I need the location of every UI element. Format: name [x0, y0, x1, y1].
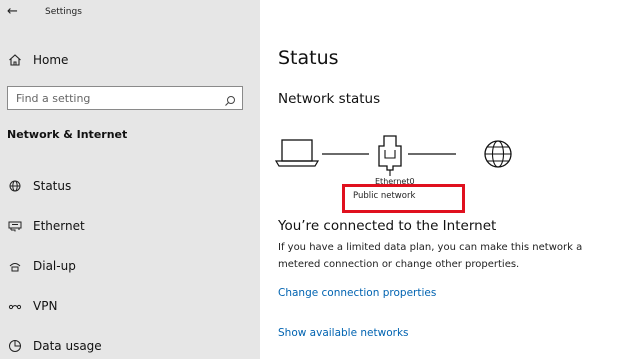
search-field[interactable]	[7, 86, 243, 110]
vpn-icon	[7, 298, 23, 314]
window-title: Settings	[45, 7, 82, 17]
status-icon	[7, 178, 23, 194]
computer-icon	[274, 139, 320, 167]
sidebar-item-dialup[interactable]: Dial-up	[0, 251, 260, 281]
sidebar: ← Settings Home Network & Internet Statu…	[0, 0, 260, 359]
sidebar-item-label: Data usage	[33, 339, 102, 353]
globe-icon	[484, 140, 512, 168]
search-icon[interactable]	[224, 92, 236, 111]
sidebar-item-label: Home	[33, 53, 69, 67]
sidebar-item-label: VPN	[33, 299, 58, 313]
show-available-networks-link[interactable]: Show available networks	[278, 327, 409, 339]
ethernet-icon	[7, 218, 23, 234]
highlight-box	[342, 184, 465, 213]
sidebar-item-status[interactable]: Status	[0, 171, 260, 201]
home-icon	[7, 52, 23, 68]
sidebar-item-ethernet[interactable]: Ethernet	[0, 211, 260, 241]
data-usage-icon	[7, 338, 23, 354]
search-input[interactable]	[16, 90, 216, 106]
sidebar-item-label: Ethernet	[33, 219, 85, 233]
sidebar-item-home[interactable]: Home	[0, 45, 260, 75]
ethernet-adapter-icon	[378, 135, 402, 176]
back-button[interactable]: ←	[7, 4, 18, 20]
sidebar-item-vpn[interactable]: VPN	[0, 291, 260, 321]
description-text: If you have a limited data plan, you can…	[278, 242, 583, 270]
page-title: Status	[278, 47, 339, 69]
dialup-icon	[7, 258, 23, 274]
change-connection-properties-link[interactable]: Change connection properties	[278, 287, 436, 299]
connection-status-text: You’re connected to the Internet	[278, 218, 497, 234]
network-status-heading: Network status	[278, 91, 381, 107]
section-title: Network & Internet	[7, 128, 128, 141]
sidebar-item-label: Dial-up	[33, 259, 76, 273]
sidebar-item-label: Status	[33, 179, 72, 193]
sidebar-item-data-usage[interactable]: Data usage	[0, 331, 260, 361]
